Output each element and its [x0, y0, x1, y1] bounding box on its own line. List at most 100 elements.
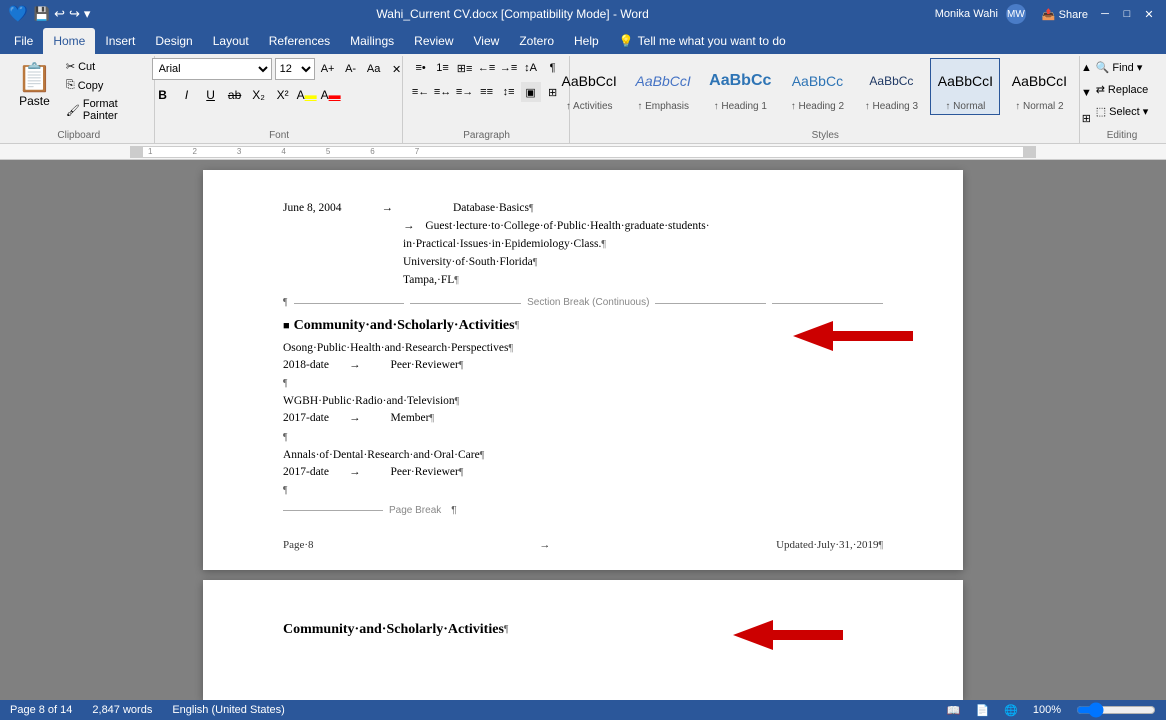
highlight-color-button[interactable]: A▬ — [296, 84, 318, 106]
superscript-button[interactable]: X² — [272, 84, 294, 106]
font-size-select[interactable]: 12 — [275, 58, 315, 80]
shading-button[interactable]: ▣ — [521, 82, 541, 102]
font-group-label: Font — [163, 130, 396, 141]
tab-review[interactable]: Review — [404, 28, 463, 54]
align-center-button[interactable]: ≡↔ — [433, 82, 453, 102]
tab-zotero[interactable]: Zotero — [509, 28, 564, 54]
close-button[interactable]: ✕ — [1140, 5, 1158, 23]
para-mark-annals2: ¶ — [459, 466, 464, 480]
page-8: June 8, 2004 → Database·Basics ¶ → Guest… — [203, 170, 963, 570]
line-spacing-button[interactable]: ↕≡ — [499, 82, 519, 102]
italic-button[interactable]: I — [176, 84, 198, 106]
para-mark-6: ¶ — [283, 378, 288, 389]
lecture-line: → Guest·lecture·to·College·of·Public·Hea… — [403, 218, 883, 234]
justify-button[interactable]: ≡≡ — [477, 82, 497, 102]
tab-layout[interactable]: Layout — [203, 28, 259, 54]
tab-help[interactable]: Help — [564, 28, 609, 54]
font-color-button[interactable]: A▬ — [320, 84, 342, 106]
para-mark-osong: ¶ — [508, 343, 513, 354]
clipboard-label: Clipboard — [10, 130, 148, 141]
minimize-button[interactable]: ─ — [1096, 5, 1114, 23]
font-family-select[interactable]: Arial — [152, 58, 272, 80]
red-arrow-2 — [733, 615, 843, 655]
bold-button[interactable]: B — [152, 84, 174, 106]
heading-container: ■ Community·and·Scholarly·Activities ¶ — [283, 316, 883, 336]
status-bar: Page 8 of 14 2,847 words English (United… — [0, 700, 1166, 720]
align-right-button[interactable]: ≡→ — [455, 82, 475, 102]
tab-references[interactable]: References — [259, 28, 340, 54]
style-heading2[interactable]: AaBbCc ↑ Heading 2 — [782, 58, 852, 115]
style-normal2[interactable]: AaBbCcI ↑ Normal 2 — [1004, 58, 1074, 115]
sort-button[interactable]: ↕A — [521, 58, 541, 78]
paste-icon: 📋 — [17, 61, 52, 94]
cut-label: Cut — [78, 61, 95, 73]
layout-view-icon[interactable]: 📄 — [975, 704, 989, 717]
para-mark-2: ¶ — [601, 239, 606, 250]
style-normal-label: ↑ Normal — [945, 101, 985, 112]
tab-file[interactable]: File — [4, 28, 43, 54]
copy-label: Copy — [78, 80, 104, 92]
paragraph-group: ≡• 1≡ ⊞≡ ←≡ →≡ ↕A ¶ ≡← ≡↔ ≡→ ≡≡ ↕≡ ▣ ⊞ P… — [405, 56, 570, 143]
save-icon[interactable]: 💾 — [34, 6, 50, 22]
font-case-button[interactable]: Aa — [364, 59, 384, 79]
paste-button[interactable]: 📋 Paste — [10, 58, 59, 111]
font-shrink-button[interactable]: A- — [341, 59, 361, 79]
copy-button[interactable]: ⎘ Copy — [61, 77, 148, 94]
tab-design[interactable]: Design — [145, 28, 202, 54]
share-icon[interactable]: 📤 Share — [1042, 8, 1088, 21]
document-area[interactable]: June 8, 2004 → Database·Basics ¶ → Guest… — [0, 160, 1166, 700]
section-break-label: Section Break (Continuous) — [521, 296, 655, 310]
para-mark-pb: ¶ — [451, 504, 456, 518]
style-heading3[interactable]: AaBbCc ↑ Heading 3 — [856, 58, 926, 115]
tab-search[interactable]: 💡 Tell me what you want to do — [609, 28, 796, 54]
redo-icon[interactable]: ↪ — [69, 6, 80, 22]
title-bar: 💙 💾 ↩ ↪ ▾ Wahi_Current CV.docx [Compatib… — [0, 0, 1166, 28]
undo-icon[interactable]: ↩ — [54, 6, 65, 22]
format-painter-button[interactable]: 🖌 Format Painter — [61, 96, 148, 124]
find-button[interactable]: 🔍 Find ▾ — [1089, 58, 1150, 77]
decrease-indent-button[interactable]: ←≡ — [477, 58, 497, 78]
find-arrow: ▾ — [1137, 61, 1143, 74]
tab-view[interactable]: View — [464, 28, 510, 54]
ribbon: 📋 Paste ✂ Cut ⎘ Copy 🖌 Format Painter Cl… — [0, 54, 1166, 144]
styles-group: AaBbCcI ↑ Activities AaBbCcI ↑ Emphasis … — [572, 56, 1080, 143]
multilevel-button[interactable]: ⊞≡ — [455, 58, 475, 78]
scissors-icon: ✂ — [66, 60, 75, 73]
para-mark-5: ¶ — [283, 296, 288, 310]
page-break-label: Page Break — [389, 504, 441, 518]
database-basics: Database·Basics — [453, 200, 529, 216]
page9-heading-container: Community·and·Scholarly·Activities ¶ — [283, 620, 883, 640]
restore-button[interactable]: □ — [1118, 5, 1136, 23]
cut-button[interactable]: ✂ Cut — [61, 58, 148, 75]
replace-button[interactable]: ⇄ Replace — [1089, 80, 1156, 99]
editing-group-label: Editing — [1088, 130, 1156, 141]
style-heading1[interactable]: AaBbCc ↑ Heading 1 — [702, 58, 778, 115]
read-view-icon[interactable]: 📖 — [947, 704, 961, 717]
align-left-button[interactable]: ≡← — [411, 82, 431, 102]
para-mark-4: ¶ — [454, 275, 459, 286]
lightbulb-icon: 💡 — [619, 34, 634, 48]
ribbon-tabs: File Home Insert Design Layout Reference… — [0, 28, 1166, 54]
subscript-button[interactable]: X₂ — [248, 84, 270, 106]
web-view-icon[interactable]: 🌐 — [1004, 704, 1018, 717]
tab-insert[interactable]: Insert — [95, 28, 145, 54]
style-emphasis[interactable]: AaBbCcI ↑ Emphasis — [628, 58, 698, 115]
tab-mailings[interactable]: Mailings — [340, 28, 404, 54]
style-normal-preview: AaBbCcI — [938, 61, 993, 101]
word-count: 2,847 words — [92, 704, 152, 716]
bullets-button[interactable]: ≡• — [411, 58, 431, 78]
title-bar-right: Monika Wahi MW 📤 Share ─ □ ✕ — [935, 4, 1158, 24]
styles-gallery: AaBbCcI ↑ Activities AaBbCcI ↑ Emphasis … — [554, 58, 1074, 115]
tab-home[interactable]: Home — [43, 28, 95, 54]
font-grow-button[interactable]: A+ — [318, 59, 338, 79]
numbering-button[interactable]: 1≡ — [433, 58, 453, 78]
style-activities[interactable]: AaBbCcI ↑ Activities — [554, 58, 624, 115]
select-button[interactable]: ⬚ Select ▾ — [1089, 102, 1156, 121]
zoom-slider[interactable] — [1076, 702, 1156, 718]
style-normal[interactable]: AaBbCcI ↑ Normal — [930, 58, 1000, 115]
strikethrough-button[interactable]: ab — [224, 84, 246, 106]
increase-indent-button[interactable]: →≡ — [499, 58, 519, 78]
underline-button[interactable]: U — [200, 84, 222, 106]
osong-arrow: → — [349, 357, 361, 373]
para-mark-page9: ¶ — [504, 623, 509, 637]
